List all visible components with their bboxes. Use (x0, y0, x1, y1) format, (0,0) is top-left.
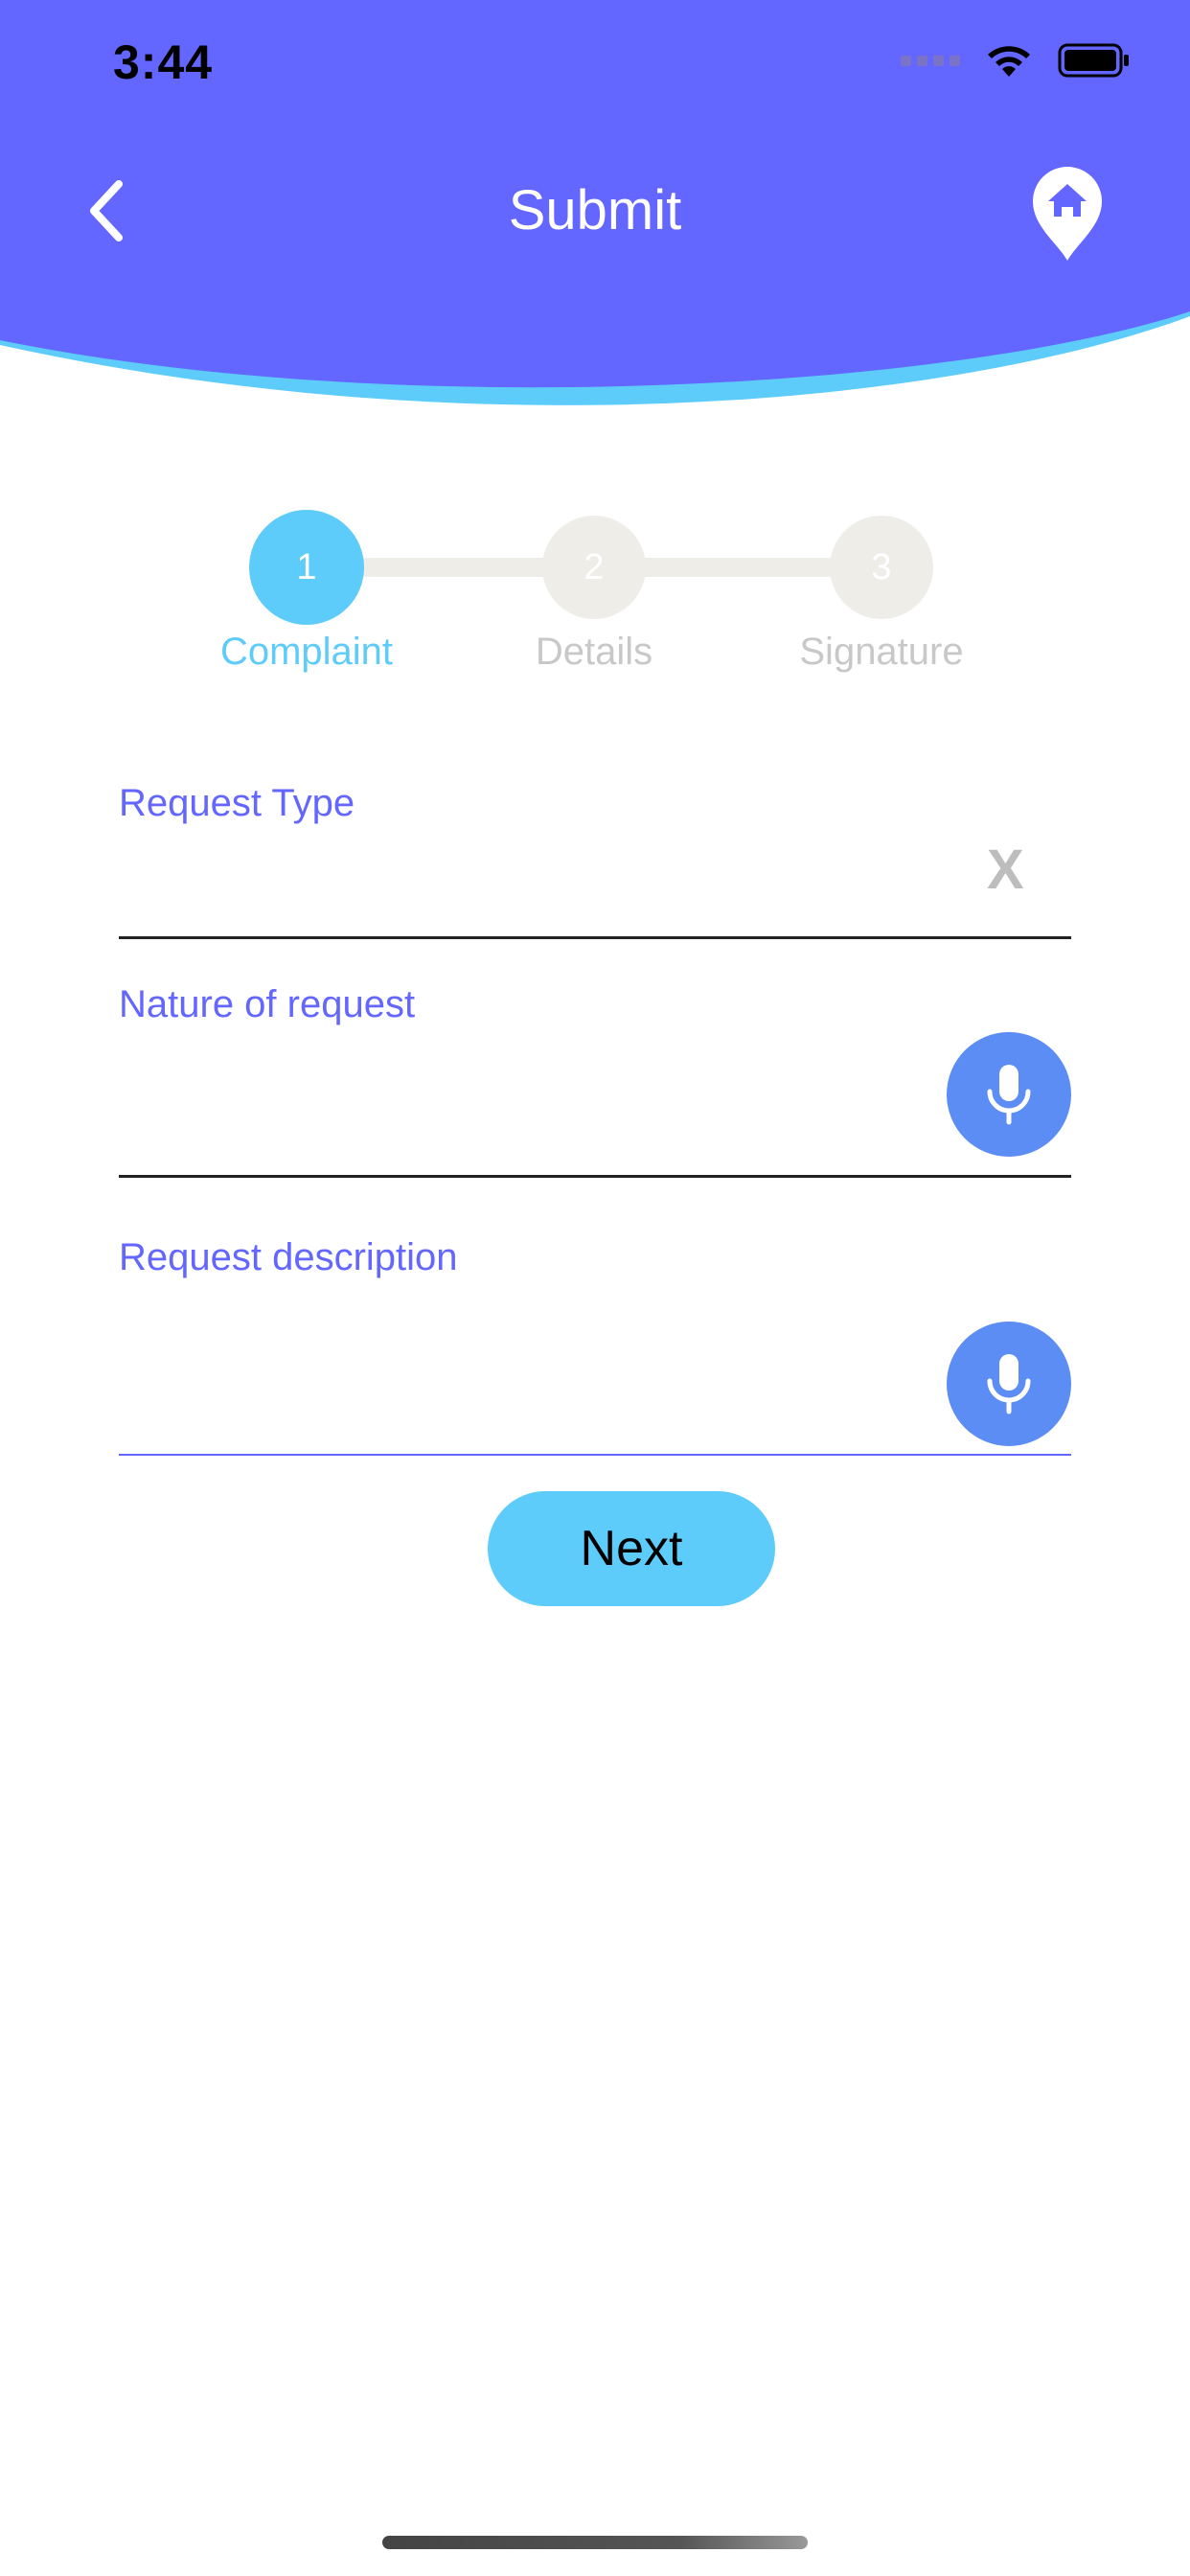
cellular-signal-icon (901, 55, 960, 66)
wifi-icon (988, 46, 1030, 77)
step-2-number: 2 (584, 546, 605, 587)
microphone-icon (987, 1065, 1031, 1125)
status-icons (901, 42, 1131, 79)
next-button[interactable]: Next (488, 1491, 775, 1606)
clear-request-type-button[interactable]: X (987, 838, 1024, 902)
home-location-pin-icon (1033, 167, 1102, 261)
step-1-number: 1 (296, 546, 317, 587)
nature-of-request-label: Nature of request (119, 983, 416, 1025)
step-1-label: Complaint (219, 631, 394, 673)
nature-of-request-underline (119, 1175, 1071, 1178)
microphone-icon (987, 1354, 1031, 1414)
request-description-mic-button[interactable] (947, 1322, 1071, 1446)
step-3-number: 3 (871, 546, 892, 587)
request-description-input[interactable] (119, 1342, 924, 1409)
home-indicator[interactable] (382, 2536, 808, 2549)
step-2-label: Details (535, 631, 653, 673)
request-type-underline (119, 936, 1071, 939)
request-type-input[interactable] (119, 853, 924, 920)
request-description-label: Request description (119, 1236, 458, 1278)
nature-of-request-mic-button[interactable] (947, 1032, 1071, 1157)
home-location-button[interactable] (1029, 163, 1106, 263)
battery-icon (1058, 43, 1129, 78)
step-3-label: Signature (799, 631, 964, 673)
request-description-underline (119, 1454, 1071, 1456)
nature-of-request-input[interactable] (119, 1060, 924, 1127)
status-time: 3:44 (113, 35, 214, 89)
request-type-label: Request Type (119, 782, 355, 824)
step-3-circle[interactable]: 3 (830, 516, 933, 619)
step-1-circle[interactable]: 1 (249, 510, 364, 625)
step-2-circle[interactable]: 2 (542, 516, 646, 619)
page-title: Submit (508, 179, 682, 242)
progress-stepper: 1 2 3 Complaint Details Signature (0, 498, 1190, 690)
